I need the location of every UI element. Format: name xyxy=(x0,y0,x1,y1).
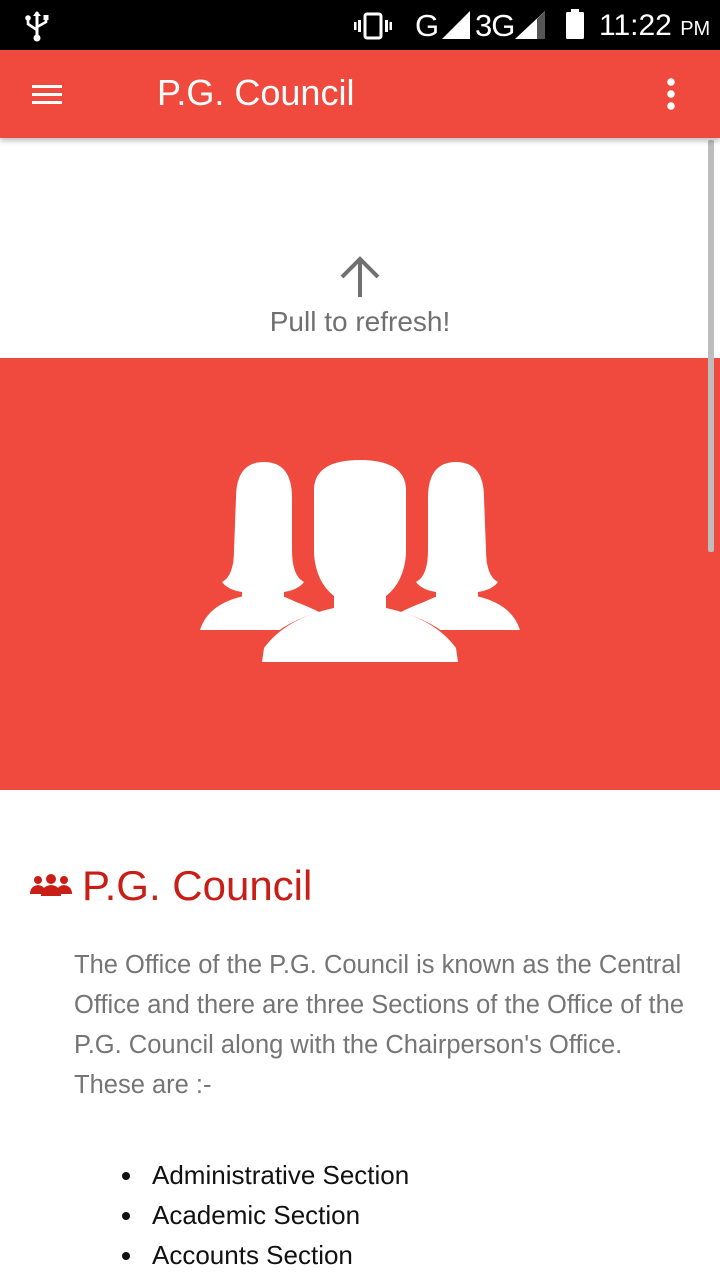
bullet-icon xyxy=(122,1172,130,1180)
bullet-icon xyxy=(122,1252,130,1260)
group-icon xyxy=(30,874,72,896)
status-bar: G 3G 11:22 PM xyxy=(0,0,720,50)
list-item: Administrative Section xyxy=(120,1155,409,1195)
sections-list: Administrative Section Academic Section … xyxy=(120,1155,409,1275)
list-item-label: Administrative Section xyxy=(152,1160,410,1190)
vibrate-icon xyxy=(354,12,392,40)
arrow-up-icon xyxy=(340,256,380,297)
hero-banner xyxy=(0,358,720,790)
pull-to-refresh-label: Pull to refresh! xyxy=(269,306,451,337)
list-item-label: Academic Section xyxy=(152,1200,361,1230)
clock: 11:22 PM xyxy=(599,9,710,46)
bullet-icon xyxy=(122,1212,130,1220)
list-item: Accounts Section xyxy=(120,1235,409,1275)
hamburger-menu-icon[interactable] xyxy=(20,72,76,116)
list-item: Academic Section xyxy=(120,1195,409,1235)
list-item-label: Accounts Section xyxy=(152,1240,353,1270)
more-vertical-icon[interactable] xyxy=(652,70,692,118)
signal-icon xyxy=(515,11,545,39)
group-people-icon xyxy=(200,458,520,668)
network-type-label: G xyxy=(415,8,440,43)
battery-icon xyxy=(566,9,584,39)
pull-to-refresh[interactable]: Pull to refresh! xyxy=(0,138,720,358)
usb-icon xyxy=(25,11,49,42)
signal-icon xyxy=(442,11,470,39)
clock-ampm: PM xyxy=(680,18,711,40)
app-bar: P.G. Council xyxy=(0,50,720,138)
section-heading-text: P.G. Council xyxy=(82,862,313,909)
clock-time: 11:22 xyxy=(599,9,672,42)
scrollbar[interactable] xyxy=(708,140,714,552)
network-type-label: 3G xyxy=(475,8,515,43)
description-paragraph: The Office of the P.G. Council is known … xyxy=(74,951,685,1099)
app-title: P.G. Council xyxy=(157,72,355,113)
